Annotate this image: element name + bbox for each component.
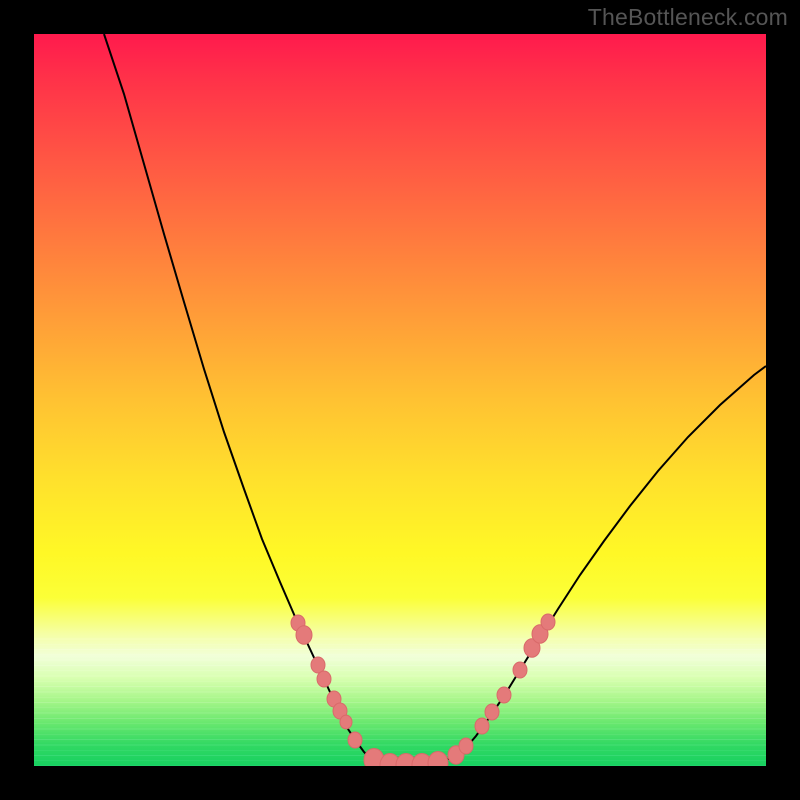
bottleneck-curve bbox=[104, 34, 766, 766]
chart-frame: TheBottleneck.com bbox=[0, 0, 800, 800]
plot-area bbox=[34, 34, 766, 766]
marker-dot bbox=[497, 687, 511, 703]
marker-dot bbox=[296, 626, 312, 644]
marker-dot bbox=[428, 752, 448, 767]
marker-dot bbox=[541, 614, 555, 630]
marker-dot bbox=[459, 738, 473, 754]
watermark-text: TheBottleneck.com bbox=[588, 4, 788, 31]
marker-group bbox=[291, 614, 555, 766]
marker-dot bbox=[475, 718, 489, 734]
marker-dot bbox=[485, 704, 499, 720]
marker-dot bbox=[340, 715, 352, 729]
marker-dot bbox=[513, 662, 527, 678]
marker-dot bbox=[348, 732, 362, 748]
marker-dot bbox=[317, 671, 331, 687]
curve-svg bbox=[34, 34, 766, 766]
